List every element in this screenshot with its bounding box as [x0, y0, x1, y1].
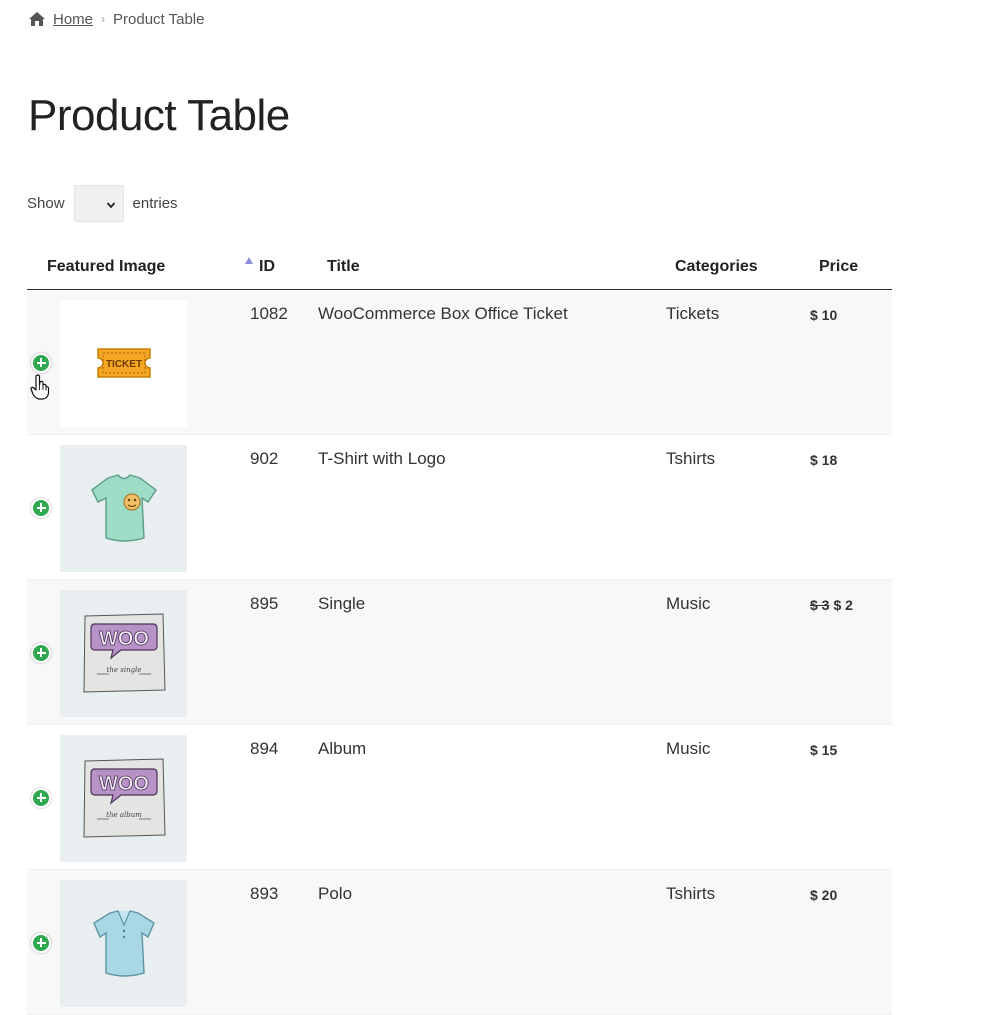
product-id: 895 — [250, 593, 279, 613]
table-row: TICKET 1082 WooCommerce Box Office Ticke… — [27, 289, 892, 435]
title-cell: Polo — [318, 869, 666, 1015]
breadcrumb: Home › Product Table — [28, 10, 204, 28]
product-table: Featured Image ID Title Categories Price… — [27, 246, 892, 1015]
table-row: 893 Polo Tshirts $ 20 — [27, 869, 892, 1015]
product-category: Music — [666, 593, 711, 613]
expand-row-button[interactable] — [31, 932, 51, 953]
price-cell: $ 10 — [810, 289, 892, 435]
title-cell: WooCommerce Box Office Ticket — [318, 289, 666, 435]
woo-single-icon: WOO the single — [82, 613, 166, 693]
product-id: 902 — [250, 448, 279, 468]
price-cell: $ 3 $ 2 — [810, 579, 892, 725]
category-cell: Tshirts — [666, 434, 810, 580]
product-id: 893 — [250, 883, 279, 903]
product-price-old: $ 3 — [810, 596, 830, 613]
featured-image-cell: WOO the single — [27, 579, 250, 725]
product-price: $ 18 — [810, 451, 838, 468]
category-cell: Music — [666, 579, 810, 725]
breadcrumb-current: Product Table — [113, 10, 205, 28]
home-icon — [29, 12, 45, 26]
product-thumbnail[interactable]: WOO the album — [60, 734, 187, 862]
product-price: $ 2 — [833, 596, 853, 613]
featured-image-cell — [27, 869, 250, 1015]
column-header-label: ID — [259, 258, 275, 276]
id-cell: 895 — [250, 579, 318, 725]
breadcrumb-home-link[interactable]: Home — [53, 11, 93, 28]
chevron-down-icon — [106, 202, 115, 209]
product-thumbnail[interactable] — [60, 444, 187, 572]
column-header-label: Price — [819, 258, 859, 276]
entries-select[interactable] — [73, 185, 124, 222]
entries-label: entries — [132, 195, 178, 212]
product-title: WooCommerce Box Office Ticket — [318, 303, 568, 323]
woo-album-icon: WOO the album — [82, 758, 166, 838]
table-row: 902 T-Shirt with Logo Tshirts $ 18 — [27, 434, 892, 580]
expand-row-button[interactable] — [31, 787, 51, 808]
column-header-categories[interactable]: Categories — [666, 246, 810, 290]
product-thumbnail[interactable]: TICKET — [60, 299, 187, 427]
product-id: 1082 — [250, 303, 288, 323]
featured-image-cell — [27, 434, 250, 580]
woo-caption-text: the album — [106, 811, 142, 819]
price-cell: $ 18 — [810, 434, 892, 580]
product-thumbnail[interactable]: WOO the single — [60, 589, 187, 717]
price-cell: $ 15 — [810, 724, 892, 870]
title-cell: Single — [318, 579, 666, 725]
category-cell: Tickets — [666, 289, 810, 435]
column-header-label: Title — [327, 258, 360, 276]
column-header-featured-image[interactable]: Featured Image — [27, 246, 253, 290]
table-row: WOO the single 895 Single Music $ 3 $ 2 — [27, 579, 892, 725]
show-label: Show — [27, 195, 65, 212]
column-header-label: Categories — [675, 258, 758, 276]
woo-logo-text: WOO — [99, 773, 149, 795]
table-row: WOO the album 894 Album Music $ 15 — [27, 724, 892, 870]
product-category: Tshirts — [666, 448, 716, 468]
column-header-price[interactable]: Price — [810, 246, 892, 290]
product-title: T-Shirt with Logo — [318, 448, 446, 468]
product-title: Album — [318, 738, 367, 758]
id-cell: 894 — [250, 724, 318, 870]
id-cell: 1082 — [250, 289, 318, 435]
table-header-row: Featured Image ID Title Categories Price — [27, 246, 892, 290]
product-title: Single — [318, 593, 366, 613]
ticket-image-label: TICKET — [105, 359, 141, 370]
product-thumbnail[interactable] — [60, 879, 187, 1007]
column-header-label: Featured Image — [47, 258, 166, 276]
woo-logo-text: WOO — [99, 628, 149, 650]
product-category: Music — [666, 738, 711, 758]
product-price: $ 15 — [810, 741, 838, 758]
breadcrumb-separator: › — [101, 12, 106, 26]
featured-image-cell: TICKET — [27, 289, 250, 435]
title-cell: T-Shirt with Logo — [318, 434, 666, 580]
entries-length-control: Show entries — [27, 185, 178, 222]
polo-shirt-icon — [92, 910, 155, 977]
expand-row-button[interactable] — [31, 497, 51, 518]
product-category: Tickets — [666, 303, 720, 323]
column-header-title[interactable]: Title — [318, 246, 666, 290]
title-cell: Album — [318, 724, 666, 870]
product-id: 894 — [250, 738, 279, 758]
expand-row-button[interactable] — [31, 352, 51, 373]
featured-image-cell: WOO the album — [27, 724, 250, 870]
tshirt-icon — [90, 474, 157, 542]
id-cell: 893 — [250, 869, 318, 1015]
woo-caption-text: the single — [106, 666, 141, 674]
expand-row-button[interactable] — [31, 642, 51, 663]
category-cell: Music — [666, 724, 810, 870]
column-header-id[interactable]: ID — [250, 246, 318, 290]
ticket-icon: TICKET — [96, 348, 151, 378]
page-title: Product Table — [28, 91, 290, 140]
product-title: Polo — [318, 883, 353, 903]
price-cell: $ 20 — [810, 869, 892, 1015]
product-price: $ 20 — [810, 886, 838, 903]
category-cell: Tshirts — [666, 869, 810, 1015]
product-price: $ 10 — [810, 306, 838, 323]
product-category: Tshirts — [666, 883, 716, 903]
id-cell: 902 — [250, 434, 318, 580]
